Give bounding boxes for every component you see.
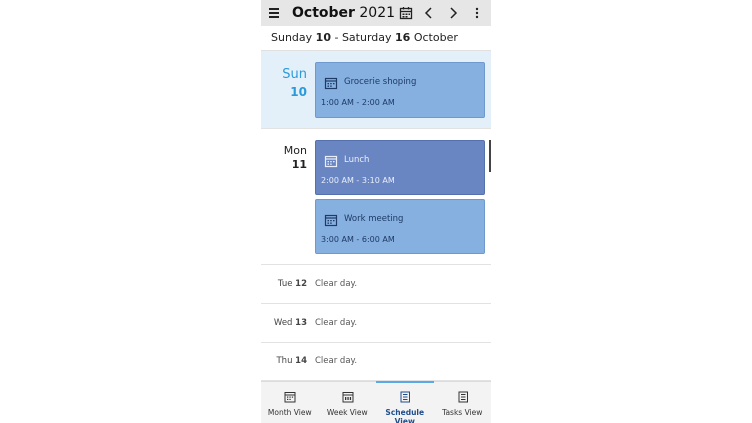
day-name: Sun [282,67,307,82]
tasks-view-icon [458,391,468,403]
range-separator: - [330,31,342,44]
nav-month-view[interactable]: Month View [261,382,319,423]
day-number: 11 [291,158,307,171]
bottom-nav: Month View Week View Schedule View Tasks… [261,381,491,423]
clear-day-text: Clear day. [315,279,358,289]
clear-day-name: Wed [273,318,293,328]
title-month: October [292,5,355,21]
calendar-event-icon [324,214,338,227]
month-title: October 2021 [292,4,395,22]
day-section: Mon 11 Lunch 2:00 AM - 3:10 AM Work meet… [261,129,491,265]
day-name: Mon [283,144,307,157]
more-vertical-icon[interactable] [469,5,485,21]
week-range: Sunday 10 - Saturday 16 October [261,26,491,51]
week-view-icon [342,392,353,403]
nav-schedule-view[interactable]: Schedule View [376,381,434,423]
title-year: 2021 [359,5,396,21]
range-end-day: Saturday [341,31,392,44]
clear-day-row[interactable]: Thu 14 Clear day. [261,342,491,381]
clear-day-number: 13 [295,318,307,328]
range-month: October [413,31,458,44]
schedule-view-icon [400,391,410,403]
range-start-day: Sunday [271,31,313,44]
clear-day-row[interactable]: Wed 13 Clear day. [261,304,491,343]
hamburger-icon[interactable] [269,8,279,18]
calendar-icon[interactable] [398,5,414,21]
event-card[interactable]: Grocerie shoping 1:00 AM - 2:00 AM [315,62,485,118]
calendar-event-icon [324,77,338,90]
clear-day-row[interactable]: Tue 12 Clear day. [261,265,491,304]
event-card[interactable]: Work meeting 3:00 AM - 6:00 AM [315,199,485,254]
nav-week-view[interactable]: Week View [319,382,377,423]
nav-label: Schedule View [385,408,425,423]
event-time: 1:00 AM - 2:00 AM [321,98,395,107]
clear-day-name: Thu [276,356,293,366]
chevron-left-icon[interactable] [421,5,437,21]
chevron-right-icon[interactable] [445,5,461,21]
nav-label: Tasks View [442,408,483,417]
nav-tasks-view[interactable]: Tasks View [434,382,492,423]
range-end-num: 16 [395,31,411,44]
calendar-app: October 2021 Sunday 10 - Saturday 16 Oct… [261,0,491,423]
clear-day-text: Clear day. [315,318,358,328]
event-title: Grocerie shoping [344,77,417,87]
event-title: Lunch [344,155,370,165]
clear-day-label: Thu 14 [276,356,307,366]
event-time: 2:00 AM - 3:10 AM [321,176,395,185]
week-range-text: Sunday 10 - Saturday 16 October [271,31,458,44]
day-section: Sun 10 Grocerie shoping 1:00 AM - 2:00 A… [261,51,491,129]
nav-label: Week View [326,408,368,417]
event-time: 3:00 AM - 6:00 AM [321,235,395,244]
top-bar: October 2021 [261,0,491,26]
calendar-event-icon [324,155,338,168]
event-card[interactable]: Lunch 2:00 AM - 3:10 AM [315,140,485,195]
clear-day-name: Tue [277,279,293,289]
clear-day-number: 12 [295,279,307,289]
clear-day-number: 14 [295,356,307,366]
month-view-icon [284,392,296,403]
scrollbar[interactable] [489,140,491,172]
clear-day-label: Tue 12 [278,279,307,289]
clear-day-text: Clear day. [315,356,358,366]
day-number: 10 [290,85,307,99]
event-title: Work meeting [344,214,404,224]
nav-label: Month View [267,408,312,417]
range-start-num: 10 [315,31,331,44]
clear-day-label: Wed 13 [274,318,307,328]
